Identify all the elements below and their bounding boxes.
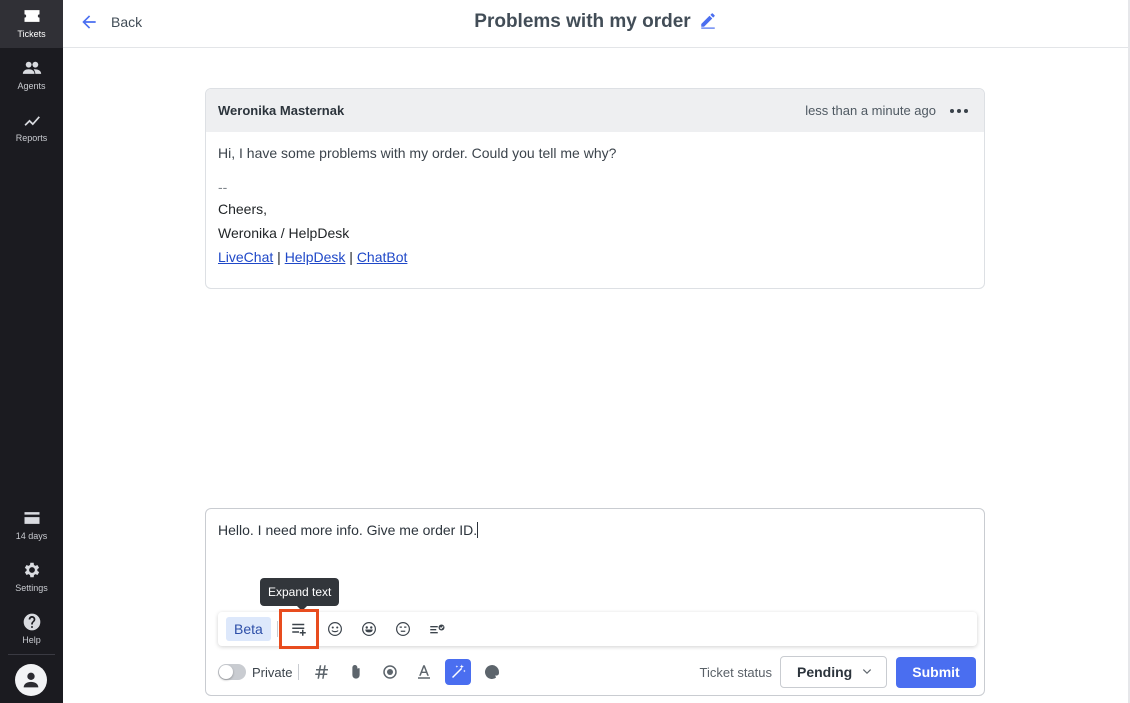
sidebar-item-label: Tickets — [17, 29, 46, 39]
message-header: Weronika Masternak less than a minute ag… — [206, 89, 984, 132]
record-icon — [383, 665, 398, 679]
sidebar-item-label: Reports — [15, 133, 48, 143]
tickets-icon — [24, 10, 39, 22]
paperclip-icon — [352, 665, 361, 679]
trial-card-icon — [24, 512, 39, 524]
sidebar-item-label: Agents — [17, 81, 46, 91]
magic-wand-icon — [452, 664, 467, 678]
link-chatbot[interactable]: ChatBot — [357, 249, 408, 265]
user-icon — [23, 672, 39, 688]
mention-button[interactable] — [479, 659, 505, 685]
sidebar-item-trial[interactable]: 14 days — [0, 502, 63, 550]
expand-text-icon — [292, 623, 306, 636]
reply-composer[interactable]: Hello. I need more info. Give me order I… — [205, 508, 985, 696]
sidebar-item-tickets[interactable]: Tickets — [0, 0, 63, 48]
link-separator: | — [277, 249, 281, 265]
private-label: Private — [252, 664, 293, 680]
sidebar-item-help[interactable]: Help — [0, 606, 63, 654]
composer-footer: Private Ticket status Pending Submit — [218, 656, 976, 688]
message-text: Hi, I have some problems with my order. … — [218, 145, 617, 161]
avatar[interactable] — [15, 664, 47, 696]
text-format-button[interactable] — [411, 659, 437, 685]
link-livechat[interactable]: LiveChat — [218, 249, 273, 265]
sidebar-item-label: Settings — [15, 583, 48, 593]
ai-assist-button[interactable] — [445, 659, 472, 685]
sidebar-item-label: Help — [22, 635, 41, 645]
message-card: Weronika Masternak less than a minute ag… — [205, 88, 985, 289]
rephrase-button[interactable] — [320, 614, 350, 644]
gear-icon — [24, 562, 39, 578]
smile-icon — [327, 622, 342, 636]
signature-name: Weronika / HelpDesk — [218, 225, 350, 241]
formal-tone-button[interactable] — [388, 614, 418, 644]
page-title-wrap: Problems with my order — [63, 11, 1128, 33]
help-icon — [23, 613, 40, 631]
message-body: Hi, I have some problems with my order. … — [206, 132, 984, 282]
submit-button[interactable]: Submit — [896, 656, 976, 688]
signature-dash: -- — [218, 179, 228, 195]
canned-response-button[interactable] — [309, 659, 335, 685]
at-sign-icon — [485, 665, 500, 679]
dot-icon — [950, 108, 954, 113]
ticket-status-label: Ticket status — [699, 664, 772, 680]
sidebar-item-label: 14 days — [15, 531, 48, 541]
page-title: Problems with my order — [474, 11, 691, 32]
reports-icon — [24, 116, 40, 126]
neutral-face-icon — [395, 622, 410, 636]
agents-icon — [22, 61, 41, 74]
tooltip-expand-text: Expand text — [260, 578, 340, 611]
toolbar-divider — [276, 621, 278, 637]
sidebar-item-settings[interactable]: Settings — [0, 554, 63, 602]
text-color-icon — [418, 665, 431, 679]
more-options-button[interactable] — [946, 105, 972, 117]
attach-file-button[interactable] — [343, 659, 369, 685]
proofread-button[interactable] — [422, 614, 452, 644]
expand-text-button[interactable] — [278, 609, 319, 649]
message-time: less than a minute ago — [805, 103, 936, 118]
friendly-tone-button[interactable] — [354, 614, 384, 644]
reply-text: Hello. I need more info. Give me order I… — [218, 522, 478, 538]
pencil-icon — [700, 13, 715, 29]
message-author: Weronika Masternak — [218, 103, 345, 118]
private-toggle[interactable] — [218, 664, 246, 680]
hashtag-icon — [315, 665, 329, 679]
text-check-icon — [430, 624, 445, 634]
dot-icon — [957, 108, 961, 113]
link-helpdesk[interactable]: HelpDesk — [285, 249, 346, 265]
signature-links: LiveChat | HelpDesk | ChatBot — [218, 245, 972, 269]
record-button[interactable] — [377, 659, 403, 685]
sidebar-item-agents[interactable]: Agents — [0, 52, 63, 100]
link-separator: | — [349, 249, 353, 265]
beta-badge: Beta — [226, 617, 271, 641]
sidebar-item-reports[interactable]: Reports — [0, 104, 63, 152]
sidebar-divider — [8, 654, 55, 655]
header: Back Problems with my order — [63, 0, 1128, 48]
footer-divider — [298, 664, 300, 680]
happy-face-icon — [361, 622, 376, 636]
ticket-status-select[interactable]: Pending — [780, 656, 887, 688]
sidebar: Tickets Agents Reports 14 days Settings … — [0, 0, 63, 703]
signature: -- Cheers, Weronika / HelpDesk LiveChat … — [218, 177, 972, 269]
chevron-down-icon — [862, 669, 872, 675]
ticket-status-value: Pending — [797, 664, 853, 680]
edit-title-button[interactable] — [699, 11, 717, 29]
dot-icon — [964, 108, 968, 113]
reply-text-input[interactable]: Hello. I need more info. Give me order I… — [218, 522, 479, 538]
signature-greeting: Cheers, — [218, 201, 268, 217]
ai-toolbar: Beta — [218, 609, 977, 649]
text-caret — [477, 522, 479, 538]
